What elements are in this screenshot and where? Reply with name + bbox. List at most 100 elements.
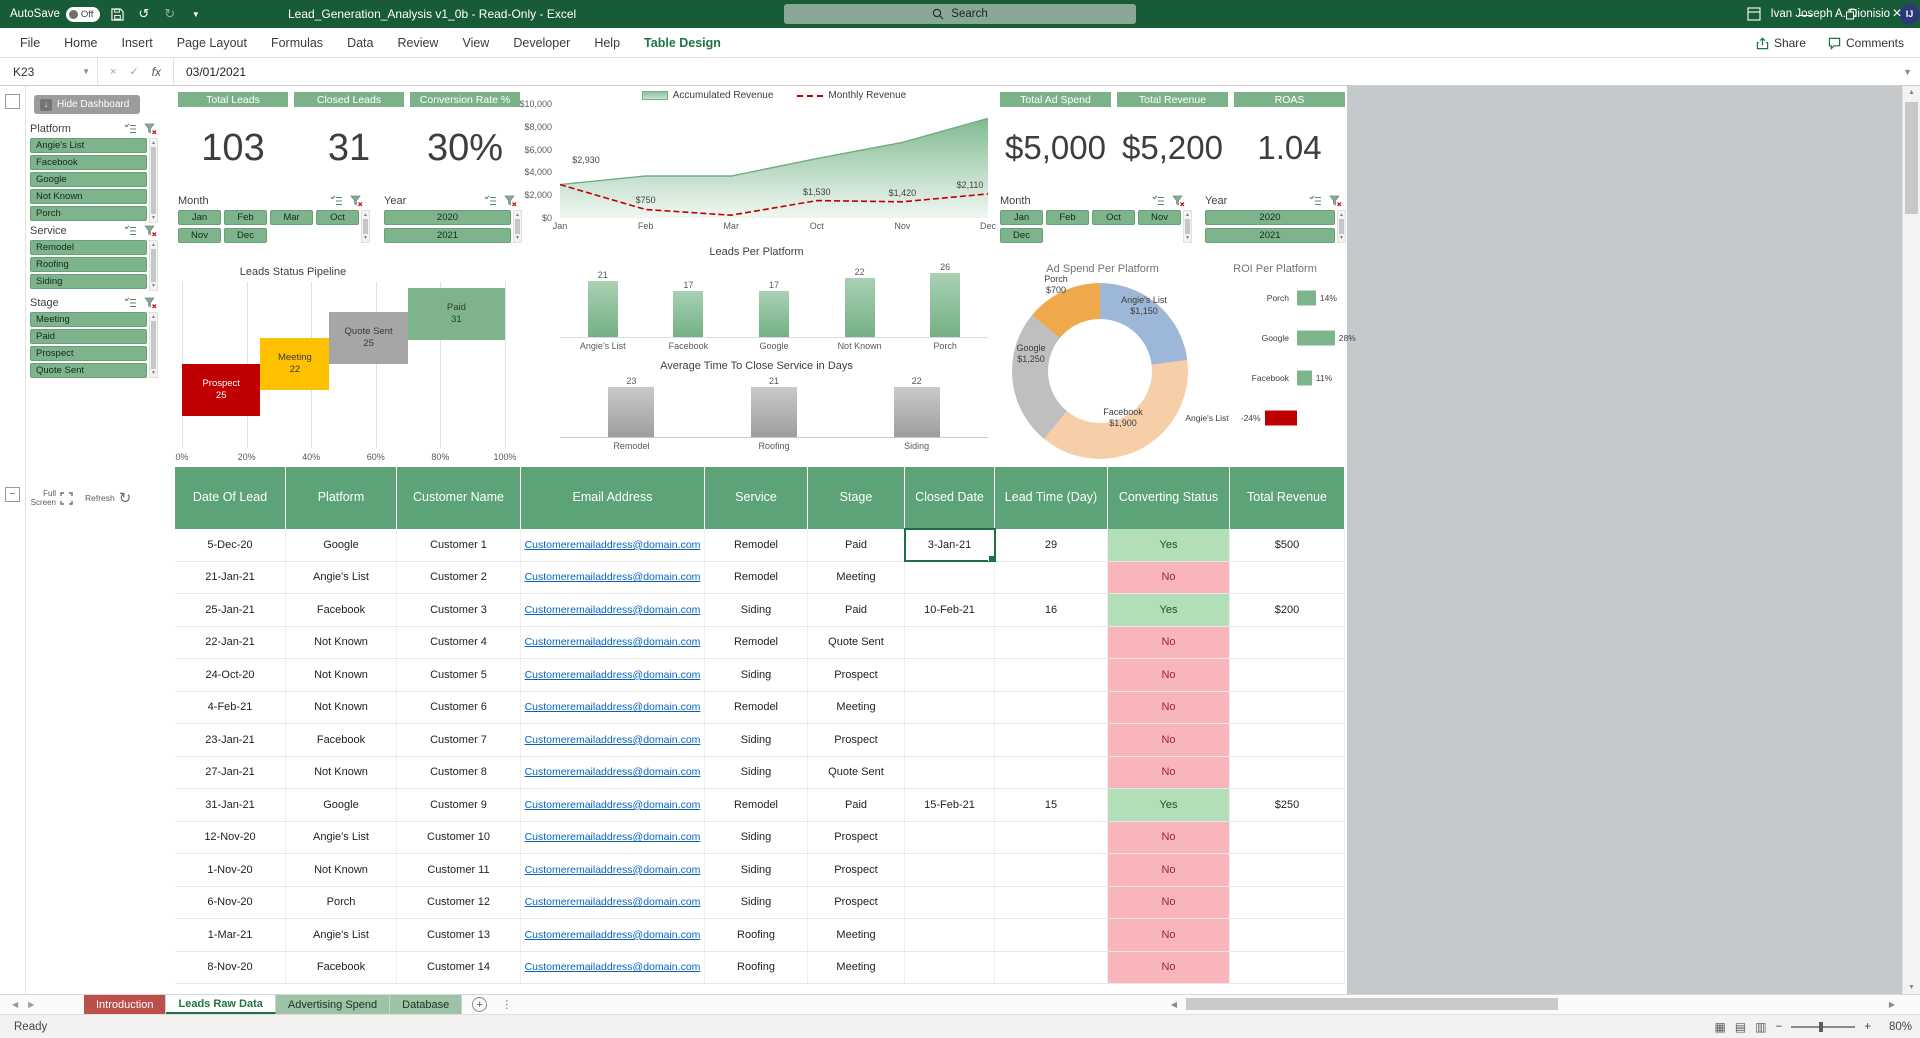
cell-customer-name[interactable]: Customer 7 bbox=[397, 724, 521, 756]
name-box-dropdown-icon[interactable]: ▼ bbox=[82, 67, 90, 76]
cell-stage[interactable]: Prospect bbox=[808, 724, 905, 756]
cell-email-address[interactable]: Customeremailaddress@domain.com bbox=[521, 789, 705, 821]
formula-input[interactable]: 03/01/2021 bbox=[174, 58, 1895, 85]
cell-lead-time[interactable] bbox=[995, 822, 1108, 854]
cell-converting-status[interactable]: No bbox=[1108, 562, 1230, 594]
cell-total-revenue[interactable] bbox=[1230, 822, 1345, 854]
sheet-tab-database[interactable]: Database bbox=[390, 995, 462, 1014]
cell-service[interactable]: Siding bbox=[705, 724, 808, 756]
scroll-left-icon[interactable]: ◀ bbox=[1166, 1000, 1182, 1009]
cell-customer-name[interactable]: Customer 10 bbox=[397, 822, 521, 854]
cell-date-of-lead[interactable]: 25-Jan-21 bbox=[175, 594, 286, 626]
cell-total-revenue[interactable] bbox=[1230, 919, 1345, 951]
tab-scroll-right-icon[interactable]: ▶ bbox=[28, 1000, 34, 1009]
outline-level-button[interactable] bbox=[5, 94, 20, 109]
multi-select-icon[interactable] bbox=[122, 296, 138, 310]
enter-icon[interactable]: ✓ bbox=[129, 65, 138, 78]
zoom-level[interactable]: 80% bbox=[1880, 1021, 1912, 1033]
cell-date-of-lead[interactable]: 6-Nov-20 bbox=[175, 887, 286, 919]
column-header-email-address[interactable]: Email Address bbox=[521, 467, 705, 529]
cell-date-of-lead[interactable]: 1-Mar-21 bbox=[175, 919, 286, 951]
cell-email-address[interactable]: Customeremailaddress@domain.com bbox=[521, 887, 705, 919]
cell-converting-status[interactable]: No bbox=[1108, 692, 1230, 724]
clear-filter-icon[interactable] bbox=[1170, 194, 1186, 208]
slicer-item-porch[interactable]: Porch bbox=[30, 206, 147, 221]
slicer-scrollbar[interactable]: ▲▼ bbox=[149, 240, 158, 291]
cell-email-address[interactable]: Customeremailaddress@domain.com bbox=[521, 822, 705, 854]
cell-stage[interactable]: Meeting bbox=[808, 562, 905, 594]
cell-stage[interactable]: Meeting bbox=[808, 919, 905, 951]
cell-customer-name[interactable]: Customer 3 bbox=[397, 594, 521, 626]
cell-closed-date[interactable] bbox=[905, 854, 995, 886]
cell-date-of-lead[interactable]: 8-Nov-20 bbox=[175, 952, 286, 984]
cell-stage[interactable]: Paid bbox=[808, 529, 905, 561]
cell-total-revenue[interactable] bbox=[1230, 562, 1345, 594]
slicer-item-roofing[interactable]: Roofing bbox=[30, 257, 147, 272]
cell-converting-status[interactable]: Yes bbox=[1108, 594, 1230, 626]
cell-closed-date[interactable]: 15-Feb-21 bbox=[905, 789, 995, 821]
cell-lead-time[interactable] bbox=[995, 562, 1108, 594]
cell-email-address[interactable]: Customeremailaddress@domain.com bbox=[521, 529, 705, 561]
ribbon-tab-home[interactable]: Home bbox=[52, 28, 109, 58]
hide-dashboard-button[interactable]: ↓ Hide Dashboard bbox=[34, 95, 140, 114]
cell-lead-time[interactable] bbox=[995, 919, 1108, 951]
slicer-item-2020[interactable]: 2020 bbox=[1205, 210, 1335, 225]
cell-service[interactable]: Remodel bbox=[705, 692, 808, 724]
cell-stage[interactable]: Prospect bbox=[808, 822, 905, 854]
refresh-button[interactable]: Refresh ↻ bbox=[85, 489, 131, 507]
cell-converting-status[interactable]: No bbox=[1108, 822, 1230, 854]
ribbon-tab-view[interactable]: View bbox=[450, 28, 501, 58]
cell-email-address[interactable]: Customeremailaddress@domain.com bbox=[521, 757, 705, 789]
ribbon-display-options-icon[interactable] bbox=[1738, 0, 1770, 28]
slicer-item-oct[interactable]: Oct bbox=[316, 210, 359, 225]
cell-platform[interactable]: Google bbox=[286, 529, 397, 561]
ribbon-tab-page-layout[interactable]: Page Layout bbox=[165, 28, 259, 58]
cell-platform[interactable]: Porch bbox=[286, 887, 397, 919]
slicer-item-google[interactable]: Google bbox=[30, 172, 147, 187]
cell-total-revenue[interactable]: $500 bbox=[1230, 529, 1345, 561]
cell-date-of-lead[interactable]: 31-Jan-21 bbox=[175, 789, 286, 821]
zoom-slider-thumb[interactable] bbox=[1819, 1022, 1823, 1032]
slicer-item-2020[interactable]: 2020 bbox=[384, 210, 511, 225]
cell-total-revenue[interactable] bbox=[1230, 757, 1345, 789]
cell-converting-status[interactable]: No bbox=[1108, 724, 1230, 756]
slicer-item-mar[interactable]: Mar bbox=[270, 210, 313, 225]
multi-select-icon[interactable] bbox=[1150, 194, 1166, 208]
ribbon-tab-insert[interactable]: Insert bbox=[110, 28, 165, 58]
slicer-item-feb[interactable]: Feb bbox=[1046, 210, 1089, 225]
cell-total-revenue[interactable] bbox=[1230, 724, 1345, 756]
cell-closed-date[interactable] bbox=[905, 919, 995, 951]
cell-lead-time[interactable] bbox=[995, 627, 1108, 659]
slicer-item-meeting[interactable]: Meeting bbox=[30, 312, 147, 327]
cell-total-revenue[interactable] bbox=[1230, 952, 1345, 984]
cell-converting-status[interactable]: Yes bbox=[1108, 529, 1230, 561]
cell-platform[interactable]: Facebook bbox=[286, 594, 397, 626]
cell-closed-date[interactable] bbox=[905, 952, 995, 984]
scroll-up-icon[interactable]: ▲ bbox=[1903, 89, 1920, 96]
cell-closed-date[interactable] bbox=[905, 692, 995, 724]
scroll-right-icon[interactable]: ▶ bbox=[1884, 1000, 1900, 1009]
cell-service[interactable]: Roofing bbox=[705, 952, 808, 984]
collapse-outline-button[interactable]: − bbox=[5, 487, 20, 502]
slicer-scrollbar[interactable]: ▲▼ bbox=[149, 312, 158, 378]
minimize-button[interactable]: — bbox=[1782, 0, 1828, 28]
slicer-item-2021[interactable]: 2021 bbox=[1205, 228, 1335, 243]
sheet-tab-advertising-spend[interactable]: Advertising Spend bbox=[276, 995, 390, 1014]
cell-date-of-lead[interactable]: 27-Jan-21 bbox=[175, 757, 286, 789]
cell-customer-name[interactable]: Customer 5 bbox=[397, 659, 521, 691]
name-box[interactable]: K23 ▼ bbox=[0, 58, 98, 85]
cell-closed-date[interactable]: 3-Jan-21 bbox=[905, 529, 995, 561]
tab-overflow-icon[interactable]: ⋮ bbox=[501, 998, 512, 1011]
slicer-scrollbar[interactable]: ▲▼ bbox=[1337, 210, 1346, 243]
cell-closed-date[interactable]: 10-Feb-21 bbox=[905, 594, 995, 626]
column-header-closed-date[interactable]: Closed Date bbox=[905, 467, 995, 529]
cell-converting-status[interactable]: No bbox=[1108, 887, 1230, 919]
cell-email-address[interactable]: Customeremailaddress@domain.com bbox=[521, 594, 705, 626]
cell-platform[interactable]: Not Known bbox=[286, 757, 397, 789]
cell-date-of-lead[interactable]: 1-Nov-20 bbox=[175, 854, 286, 886]
cell-lead-time[interactable] bbox=[995, 887, 1108, 919]
cell-stage[interactable]: Quote Sent bbox=[808, 757, 905, 789]
column-header-service[interactable]: Service bbox=[705, 467, 808, 529]
column-header-date-of-lead[interactable]: Date Of Lead bbox=[175, 467, 286, 529]
cell-platform[interactable]: Facebook bbox=[286, 952, 397, 984]
